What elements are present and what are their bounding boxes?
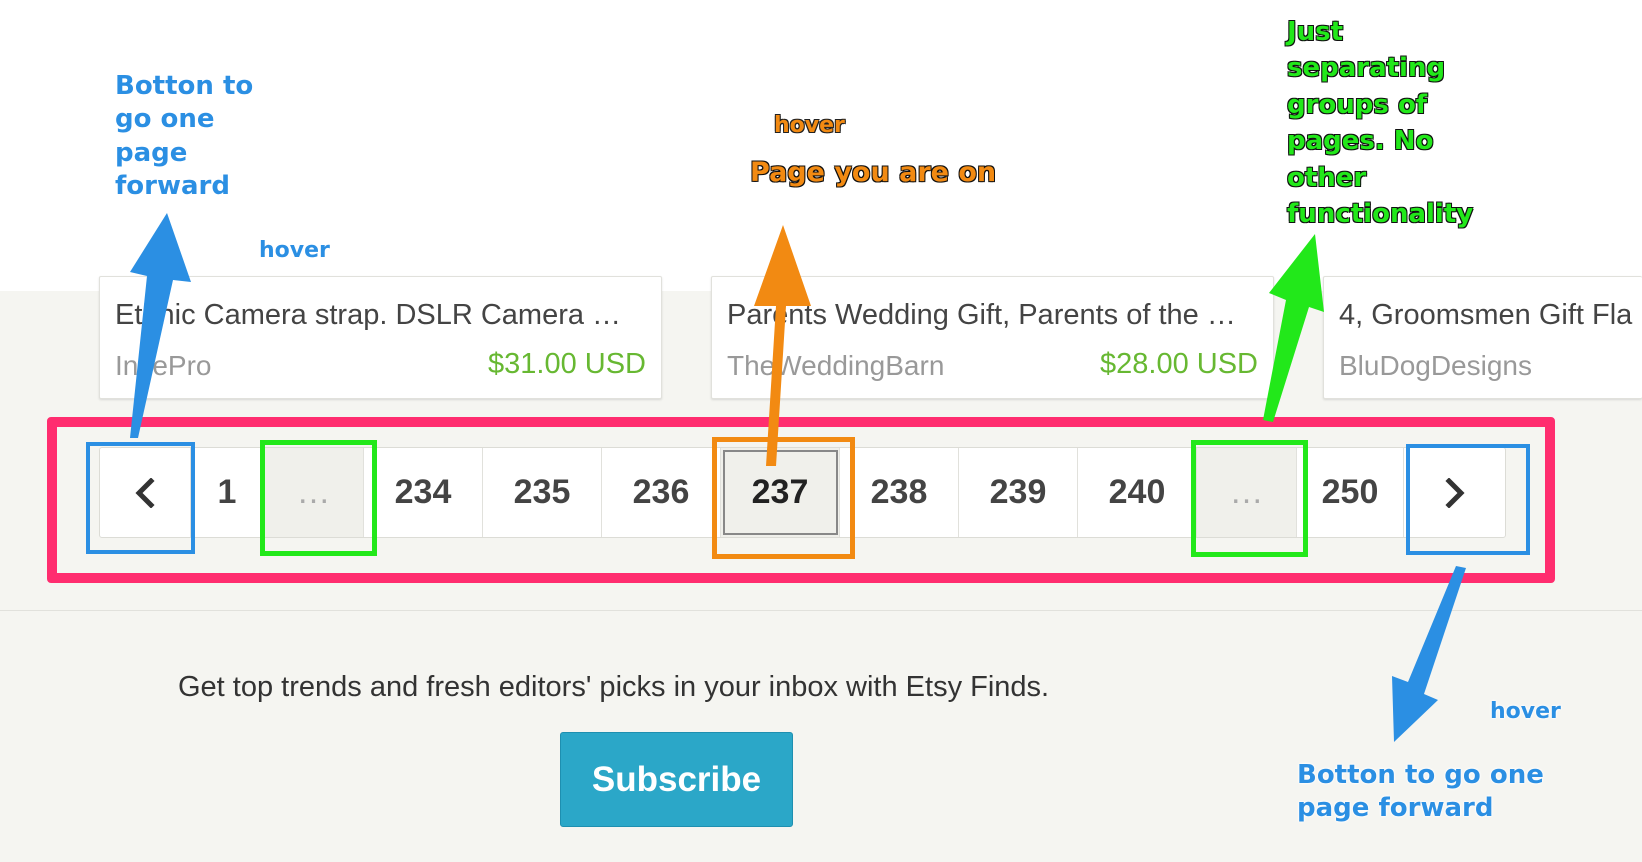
annotation-ellipsis-box-right <box>1191 440 1308 557</box>
annotation-current-hover: hover <box>774 113 845 138</box>
annotation-current-box <box>712 437 855 559</box>
annotation-prev-box <box>86 442 195 554</box>
listing-card[interactable]: Parents Wedding Gift, Parents of the … T… <box>711 276 1274 399</box>
listing-title[interactable]: Ethnic Camera strap. DSLR Camera … <box>115 299 646 332</box>
newsletter-text: Get top trends and fresh editors' picks … <box>178 671 1050 703</box>
listing-price: $28.00 USD <box>1100 348 1258 380</box>
listing-title[interactable]: 4, Groomsmen Gift Fla <box>1339 299 1642 332</box>
annotation-prev-hover: hover <box>259 238 330 263</box>
shop-name[interactable]: BluDogDesigns <box>1339 350 1532 382</box>
annotation-next-note: Botton to go one page forward <box>1297 760 1544 824</box>
annotation-ellipsis-note: Just separating groups of pages. No othe… <box>1287 17 1474 229</box>
listing-card[interactable]: 4, Groomsmen Gift Fla BluDogDesigns <box>1323 276 1642 399</box>
annotation-current-note: Page you are on <box>750 157 997 188</box>
listing-title[interactable]: Parents Wedding Gift, Parents of the … <box>727 299 1258 332</box>
annotation-prev-note: Botton to go one page forward <box>115 71 254 201</box>
annotation-next-box <box>1406 444 1530 555</box>
listing-card[interactable]: Ethnic Camera strap. DSLR Camera … InTeP… <box>99 276 662 399</box>
shop-name[interactable]: InTePro <box>115 350 212 382</box>
section-divider <box>0 610 1642 611</box>
listing-price: $31.00 USD <box>488 348 646 380</box>
shop-name[interactable]: TheWeddingBarn <box>727 350 944 382</box>
subscribe-button[interactable]: Subscribe <box>560 732 793 827</box>
annotation-next-hover: hover <box>1490 699 1561 724</box>
annotation-ellipsis-box-left <box>260 440 377 556</box>
